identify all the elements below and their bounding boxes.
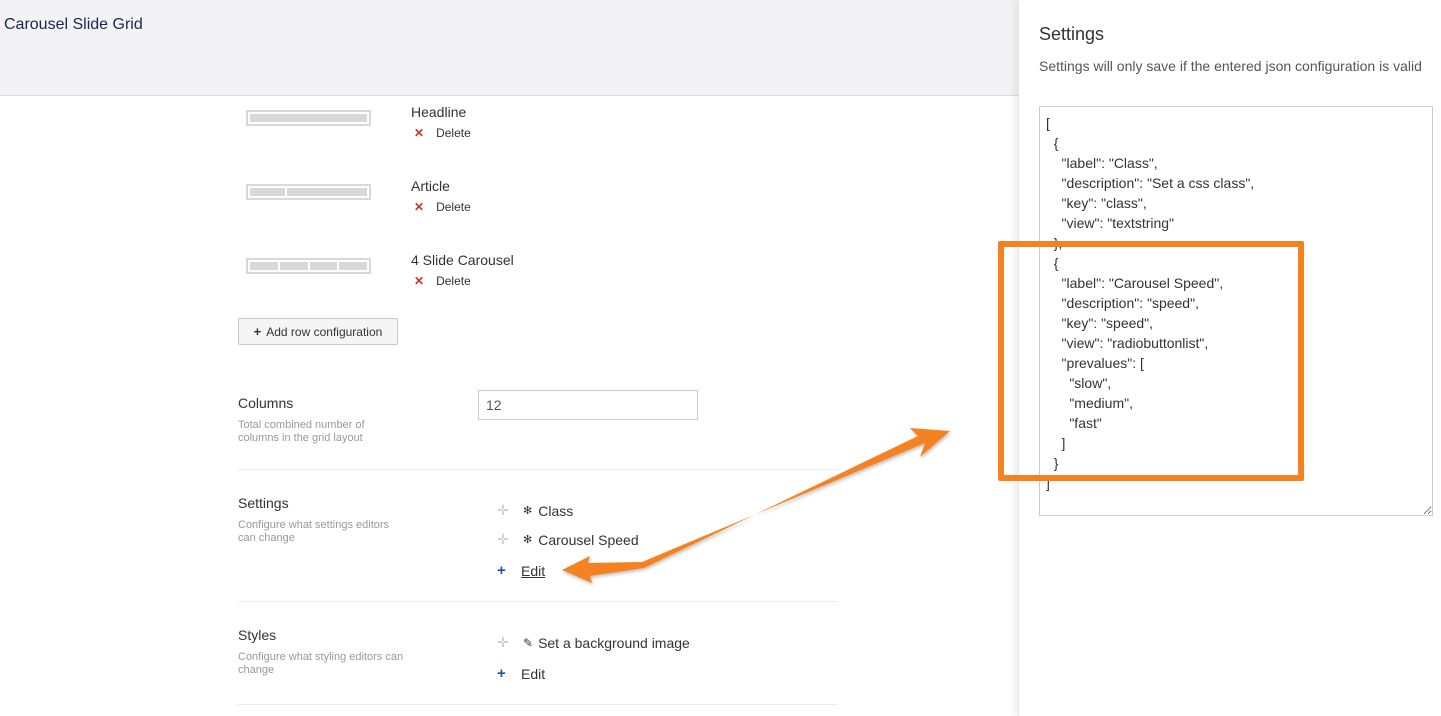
setting-item-label: Class — [538, 502, 574, 519]
layout-name[interactable]: 4 Slide Carousel — [411, 252, 514, 268]
edit-label: Edit — [521, 665, 546, 682]
plus-icon: + — [497, 562, 506, 579]
panel-title: Settings — [1039, 24, 1105, 44]
delete-x-icon: ✕ — [414, 200, 425, 214]
columns-label: Columns — [238, 395, 294, 411]
drag-handle-icon[interactable]: ✛ — [497, 531, 515, 548]
settings-edit-link[interactable]: + Edit — [497, 562, 545, 579]
page-title: Carousel Slide Grid — [4, 16, 143, 33]
setting-item-carousel-speed[interactable]: ✛ ✻ Carousel Speed — [497, 531, 639, 548]
drag-handle-icon[interactable]: ✛ — [497, 634, 515, 651]
setting-item-class[interactable]: ✛ ✻ Class — [497, 502, 573, 519]
add-row-label: Add row configuration — [266, 324, 383, 339]
gear-icon: ✻ — [523, 534, 533, 546]
annotation-highlight-box — [998, 241, 1304, 481]
add-row-configuration-button[interactable]: + Add row configuration — [238, 318, 398, 345]
delete-x-icon: ✕ — [414, 126, 425, 140]
divider — [238, 601, 838, 602]
layout-thumbnail[interactable] — [246, 110, 371, 126]
settings-label: Settings — [238, 495, 289, 511]
page-header: Carousel Slide Grid — [0, 0, 1018, 96]
plus-icon: + — [497, 665, 506, 682]
delete-layout-button[interactable]: ✕ Delete — [411, 126, 471, 140]
layout-thumbnail[interactable] — [246, 258, 371, 274]
style-item-background-image[interactable]: ✛ ✎ Set a background image — [497, 634, 690, 651]
styles-edit-link[interactable]: + Edit — [497, 665, 545, 682]
delete-layout-button[interactable]: ✕ Delete — [411, 200, 471, 214]
brush-icon: ✎ — [523, 635, 534, 650]
layout-name[interactable]: Article — [411, 178, 450, 194]
app-root: Carousel Slide Grid Headline ✕ Delete Art… — [0, 0, 1441, 716]
panel-description: Settings will only save if the entered j… — [1039, 58, 1422, 74]
styles-description: Configure what styling editors can chang… — [238, 651, 404, 676]
delete-layout-button[interactable]: ✕ Delete — [411, 274, 471, 288]
layout-thumbnail[interactable] — [246, 184, 371, 200]
gear-icon: ✻ — [523, 505, 533, 517]
settings-description: Configure what settings editors can chan… — [238, 519, 390, 544]
delete-label: Delete — [436, 274, 471, 288]
divider — [238, 469, 838, 470]
columns-description: Total combined number of columns in the … — [238, 419, 365, 444]
style-item-label: Set a background image — [538, 634, 690, 651]
styles-label: Styles — [238, 627, 277, 643]
drag-handle-icon[interactable]: ✛ — [497, 502, 515, 519]
delete-label: Delete — [436, 126, 471, 140]
columns-input[interactable] — [478, 390, 698, 420]
delete-x-icon: ✕ — [414, 274, 425, 288]
divider — [238, 704, 838, 705]
setting-item-label: Carousel Speed — [538, 531, 639, 548]
plus-icon: + — [253, 324, 262, 339]
delete-label: Delete — [436, 200, 471, 214]
edit-label: Edit — [521, 562, 546, 579]
layout-name[interactable]: Headline — [411, 104, 466, 120]
